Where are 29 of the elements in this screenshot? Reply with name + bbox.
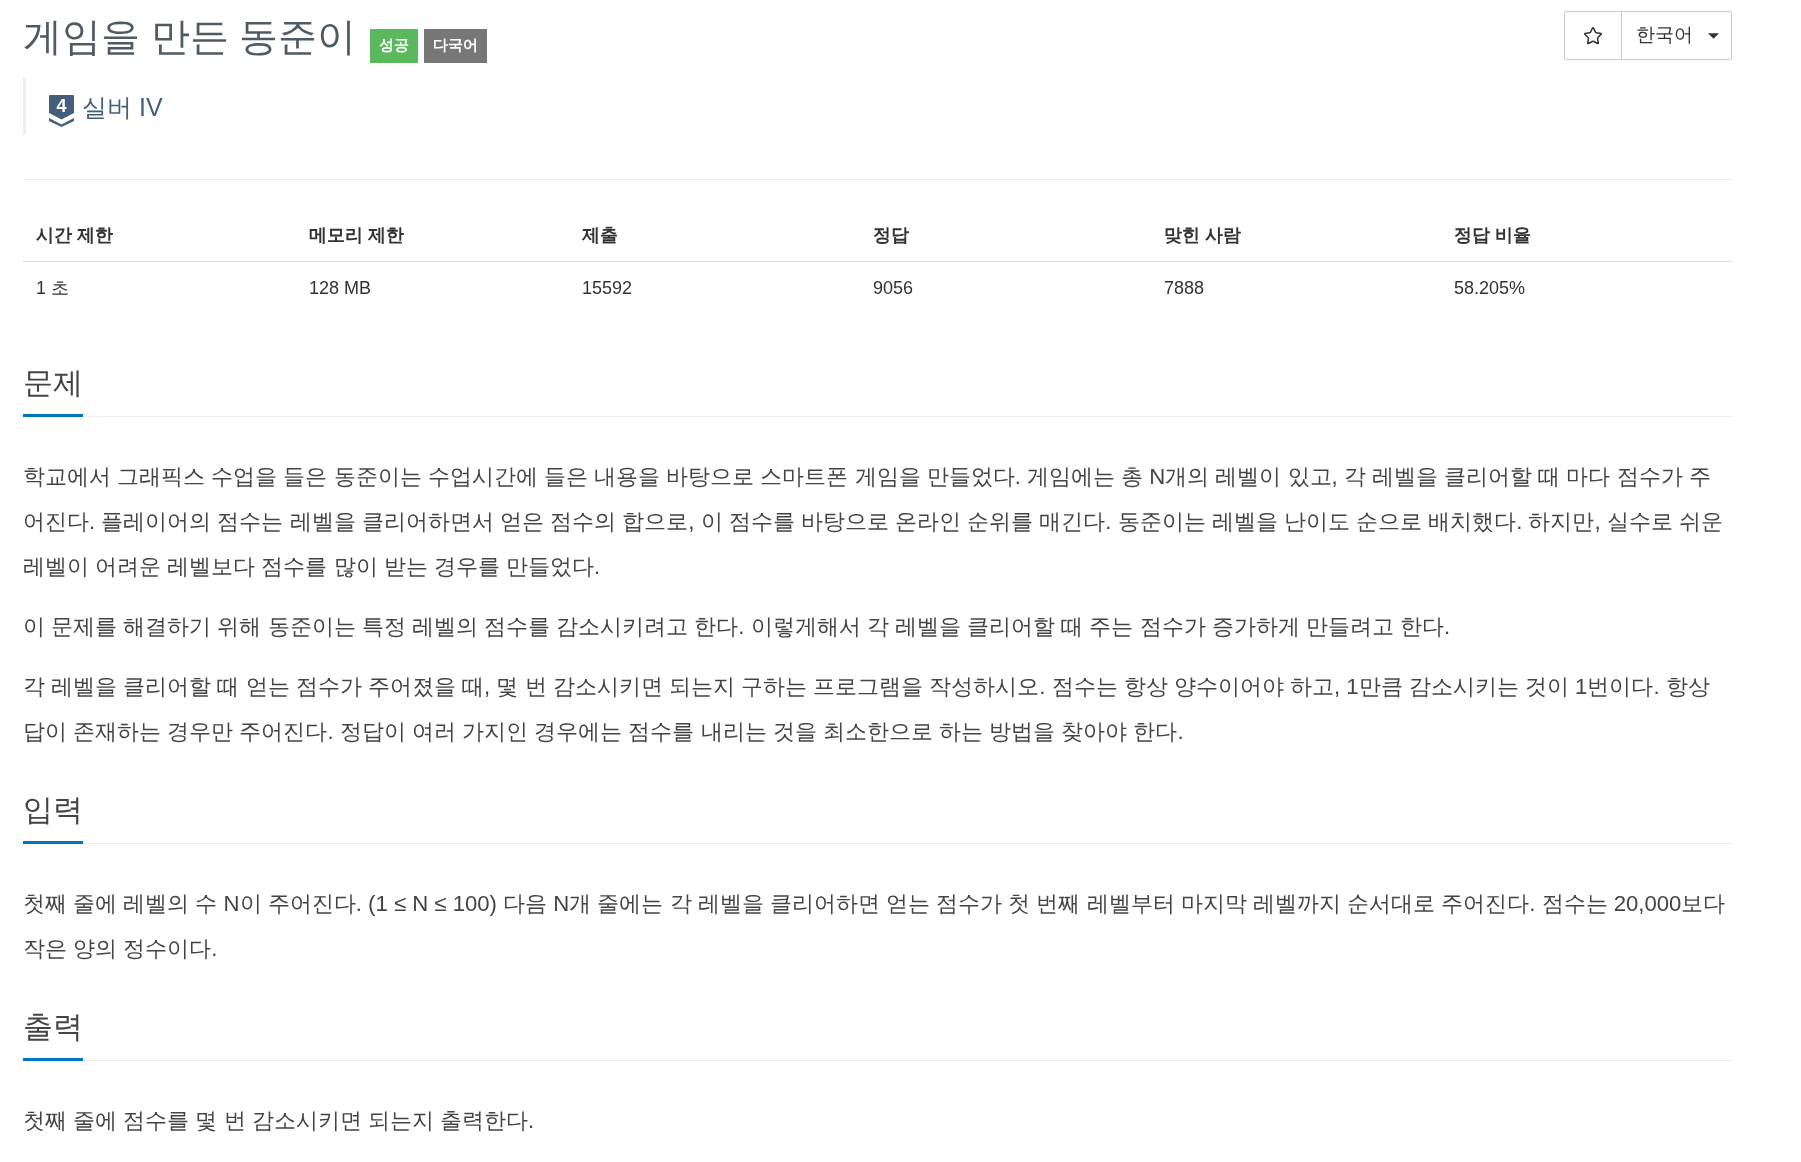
table-header-cell: 정답 비율	[1454, 225, 1531, 245]
table-cell: 58.205%	[1454, 278, 1526, 298]
status-badge: 다국어	[424, 29, 488, 63]
section-heading: 입력	[23, 792, 83, 844]
problem-paragraph: 학교에서 그래픽스 수업을 들은 동준이는 수업시간에 들은 내용을 바탕으로 스마트폰 게임을 만들었다. 게임에는 총 N개의 레벨이 있고, 각 레벨을 클리어할 때 마다 점수가 주어진다. 플레이어의 점수는 레벨을 클리어하면서 얻은 점수의 합으로, 이 점수를 바탕으로 온라인 순위를 매긴다. 동준이는 레벨을 난이도 순으로 배치했다. 하지만, 실수로 쉬운 레벨이 어려운 레벨보다 점수를 많이 받는 경우를 만들었다.	[23, 463, 1724, 581]
tier-link[interactable]: 실버 IV	[82, 90, 163, 123]
problem-paragraph: 이 문제를 해결하기 위해 동준이는 특정 레벨의 점수를 감소시키려고 한다. 이렇게해서 각 레벨을 클리어할 때 주는 점수가 증가하게 만들려고 한다.	[23, 613, 1452, 641]
table-cell: 1 초	[36, 278, 69, 298]
table-header-cell: 메모리 제한	[309, 225, 404, 245]
caret-icon	[1708, 32, 1719, 39]
problem-paragraph: 각 레벨을 클리어할 때 얻는 점수가 주어졌을 때, 몇 번 감소시키면 되는지 구하는 프로그램을 작성하시오. 점수는 항상 양수이어야 하고, 1만큼 감소시키는 것이 1번이다. 항상 답이 존재하는 경우만 주어진다. 정답이 여러 가지인 경우에는 점수를 내리는 것을 최소한으로 하는 방법을 찾아야 한다.	[23, 673, 1711, 746]
problem-title: 게임을 만든 동준이	[23, 14, 357, 60]
problem-paragraph: 첫째 줄에 점수를 몇 번 감소시키면 되는지 출력한다.	[23, 1107, 536, 1135]
table-header-cell: 정답	[873, 225, 909, 245]
table-cell: 7888	[1164, 278, 1205, 298]
table-cell: 9056	[873, 278, 914, 298]
language-dropdown[interactable]: 한국어	[1621, 11, 1732, 60]
tier-shield-icon	[49, 94, 74, 127]
table-cell: 15592	[582, 278, 633, 298]
section-heading: 문제	[23, 365, 83, 417]
table-header-cell: 맞힌 사람	[1164, 225, 1241, 245]
section-heading: 출력	[23, 1009, 83, 1061]
tier-number: 4	[56, 96, 67, 116]
table-header-cell: 시간 제한	[36, 225, 113, 245]
problem-paragraph: 첫째 줄에 레벨의 수 N이 주어진다. (1 ≤ N ≤ 100) 다음 N개 줄에는 각 레벨을 클리어하면 얻는 점수가 첫 번째 레벨부터 마지막 레벨까지 순서대로 주어진다. 점수는 20,000보다 작은 양의 정수이다.	[23, 890, 1727, 963]
table-cell: 128 MB	[309, 278, 372, 298]
table-header-cell: 제출	[582, 225, 618, 245]
status-badge: 성공	[370, 29, 419, 63]
favorite-button[interactable]	[1564, 11, 1622, 60]
